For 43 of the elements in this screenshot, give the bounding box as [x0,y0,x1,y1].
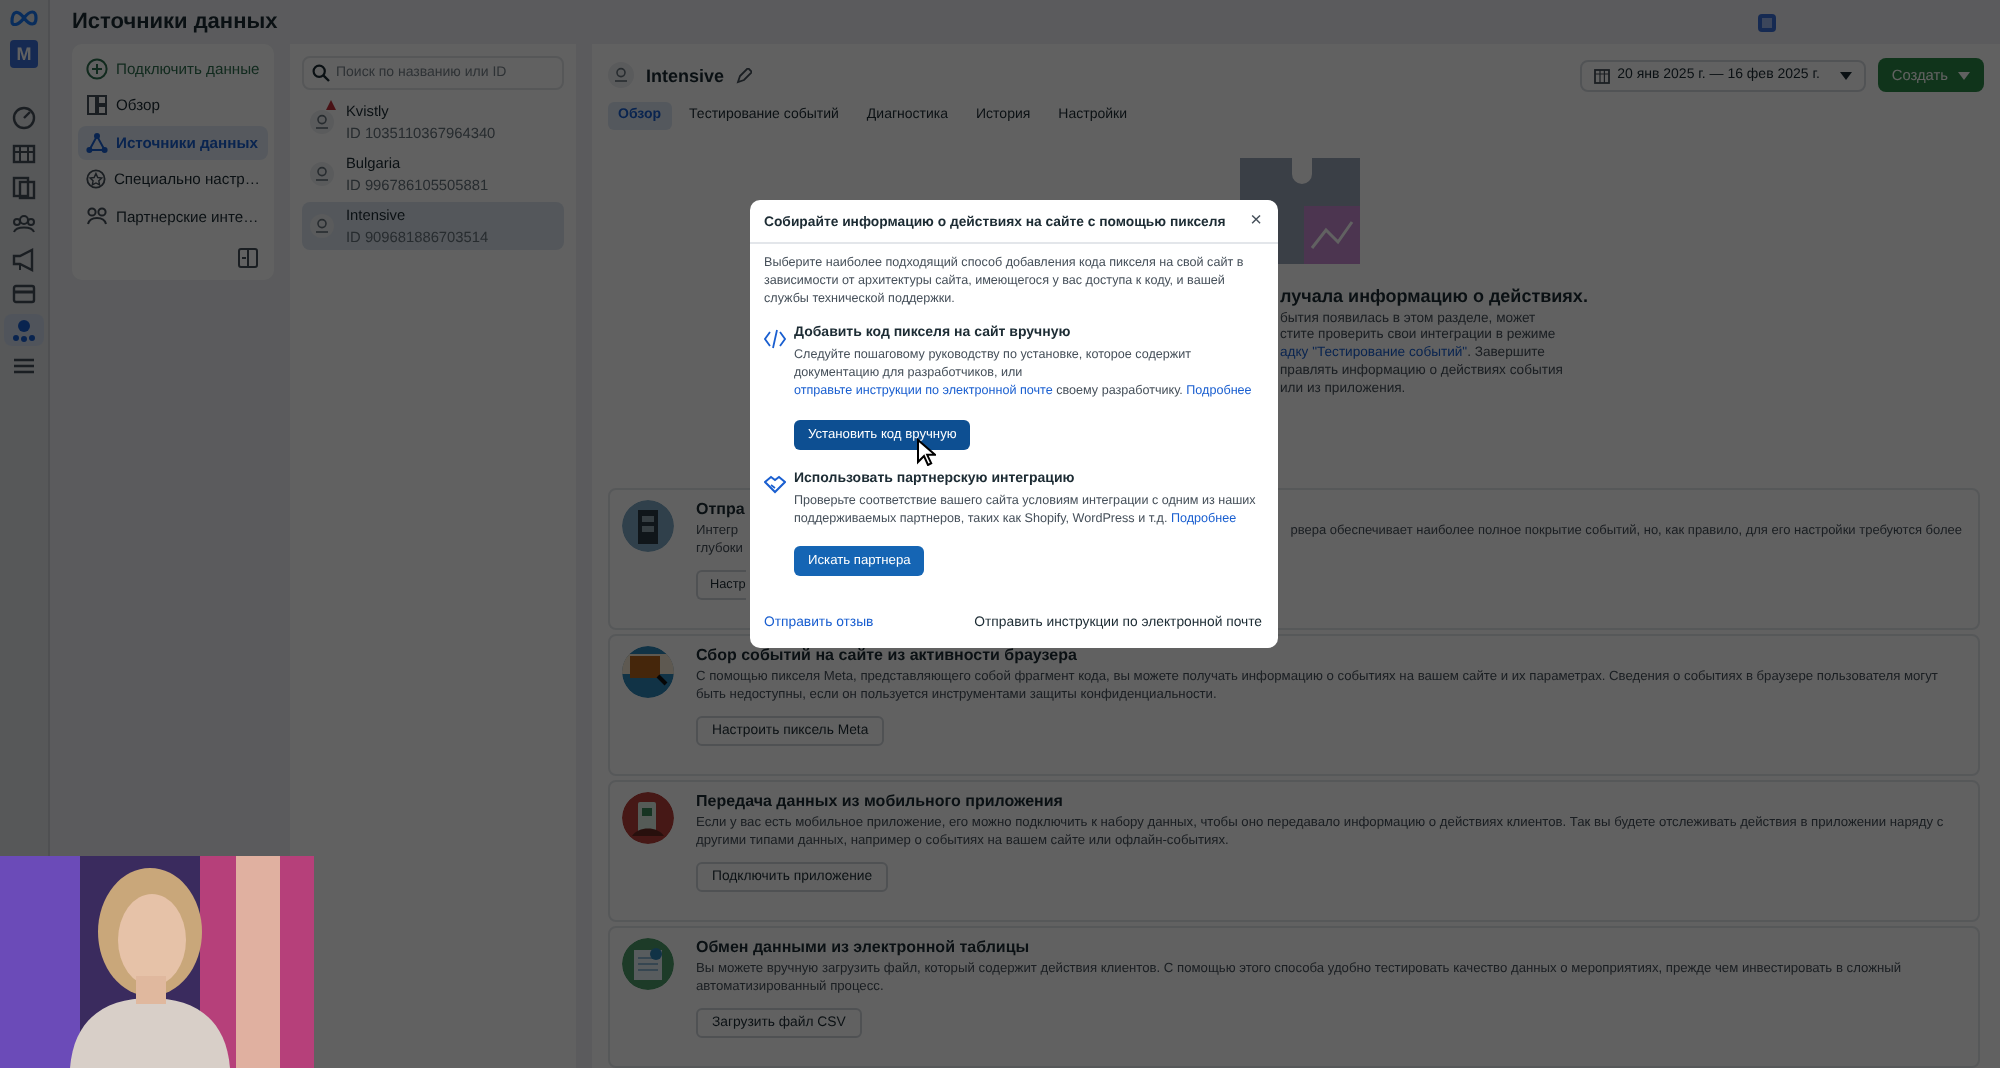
people-icon [12,212,36,237]
card-heading: Обмен данными из электронной таблицы [696,938,1030,957]
card-icon [12,282,36,307]
layout-icon [86,94,108,117]
close-button[interactable]: × [1250,212,1262,232]
menu-icon [12,353,36,378]
business-icon [1758,13,1776,31]
add-icon [86,58,108,80]
dataset-icon [608,62,634,89]
handshake-icon [764,473,786,496]
caret-icon [1958,71,1970,80]
code-icon [764,328,786,351]
gauge-icon [12,106,36,130]
card-heading: Отпра [696,500,745,519]
illustration-icon [622,938,674,991]
rail-button[interactable] [4,314,44,347]
card-heading: Передача данных из мобильного приложения [696,792,1063,811]
source-icon [310,110,334,134]
dataset-title: Intensive [646,65,725,86]
collapse-icon [238,247,258,268]
edit-button[interactable] [736,67,753,84]
network-icon [86,131,108,154]
megaphone-icon [12,247,36,272]
badge-icon [86,168,106,191]
illustration-icon [622,500,674,553]
network-icon [12,318,36,343]
page-title: Источники данных [72,10,278,34]
calendar-icon [1593,67,1610,84]
caret-icon [1839,71,1852,80]
people-icon [86,205,108,228]
empty-state-heading: лучала информацию о действиях. [1280,285,1590,306]
cursor-icon [916,437,936,466]
card-heading: Сбор событий на сайте из активности браузера [696,646,1077,665]
pencil-icon [736,67,753,84]
account-avatar[interactable]: M [10,40,38,68]
meta-logo [8,8,40,26]
search-icon [312,64,330,82]
illustration-icon [622,792,674,845]
source-icon [310,214,334,238]
grid-icon [12,141,36,166]
source-icon [310,162,334,186]
pages-icon [12,176,36,201]
illustration-icon [622,646,674,699]
